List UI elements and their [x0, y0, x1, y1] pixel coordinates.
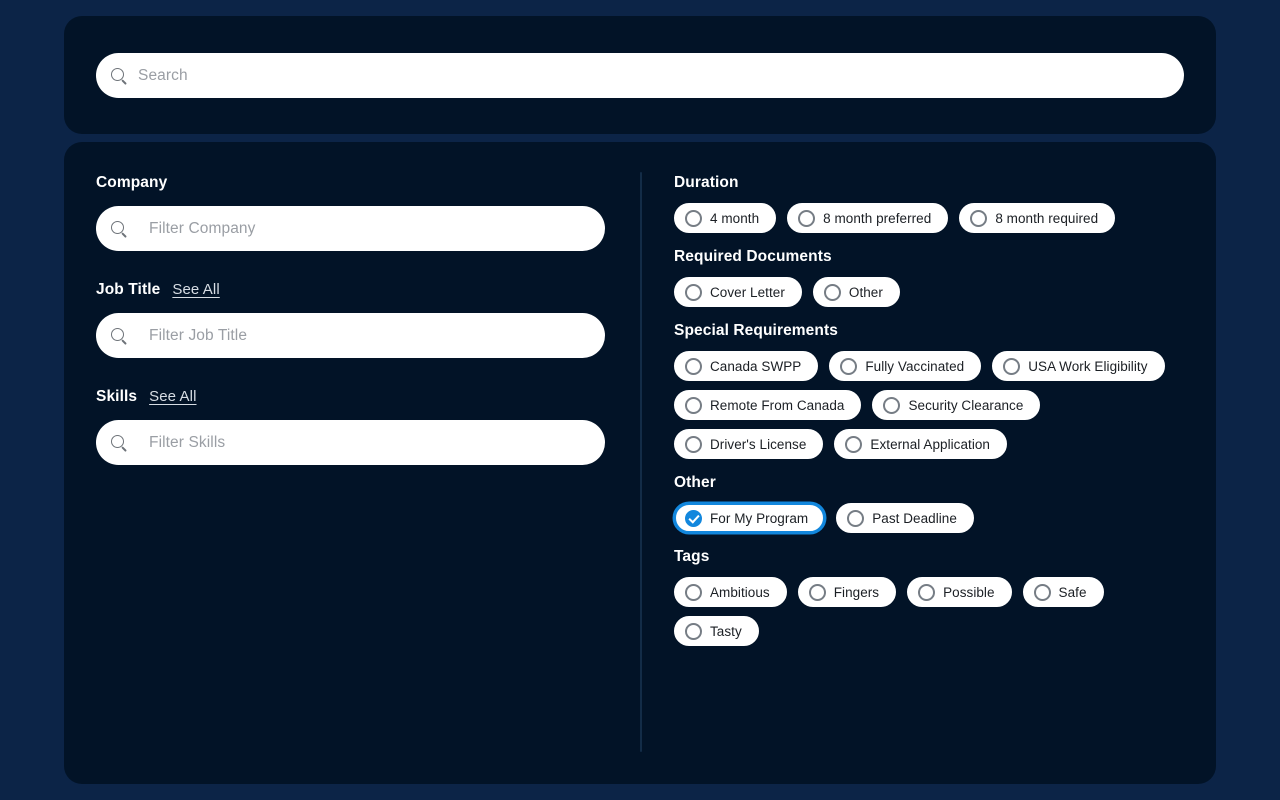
filter-chip-label: Safe	[1058, 584, 1087, 600]
search-input-placeholder: Search	[138, 66, 188, 84]
filter-group-title: Duration	[674, 174, 739, 191]
filter-group: Special Requirements Canada SWPP Fully Vac…	[674, 322, 1184, 459]
filter-chip[interactable]: Fully Vaccinated	[829, 351, 982, 381]
search-input[interactable]: Search	[96, 53, 1184, 98]
radio-circle-icon	[845, 435, 863, 453]
radio-circle-icon	[798, 209, 816, 227]
filter-chip[interactable]: Driver's License	[674, 429, 824, 459]
filter-chip[interactable]: For My Program	[674, 503, 826, 533]
filter-group-title: Other	[674, 474, 716, 491]
filter-chip-label: USA Work Eligibility	[1028, 358, 1148, 374]
filter-chip[interactable]: Ambitious	[674, 577, 787, 607]
filters-panel: Company Filter Company Job Title See All…	[64, 142, 1216, 784]
radio-circle-icon	[685, 435, 702, 453]
filter-chip-label: Security Clearance	[908, 397, 1024, 413]
search-icon	[110, 220, 128, 238]
filter-group-title: Tags	[674, 548, 710, 565]
company-filter-placeholder: Filter Company	[149, 219, 256, 237]
company-filter-input[interactable]: Filter Company	[96, 206, 605, 251]
filter-group: Tags Ambitious Fingers Possible Safe Tasty	[674, 548, 1184, 646]
filter-chip-label: For My Program	[710, 510, 809, 526]
radio-circle-icon	[685, 583, 702, 601]
radio-circle-icon	[847, 509, 865, 527]
job-title-label-text: Job Title	[96, 281, 161, 298]
column-divider	[640, 172, 642, 752]
filter-chip-label: Remote From Canada	[710, 397, 845, 413]
filter-chip[interactable]: Past Deadline	[836, 503, 974, 533]
filter-chip-label: 4 month	[710, 210, 760, 226]
radio-circle-icon	[685, 357, 702, 375]
radio-circle-icon	[1003, 357, 1021, 375]
radio-circle-icon	[823, 283, 841, 301]
filter-group: Required Documents Cover Letter Other	[674, 248, 1184, 307]
filter-chip-list: For My Program Past Deadline	[674, 503, 1184, 533]
filter-chip-label: External Application	[870, 436, 990, 452]
filter-chip-label: Driver's License	[710, 436, 807, 452]
filter-chip-label: 8 month required	[995, 210, 1099, 226]
radio-circle-icon	[840, 357, 858, 375]
job-title-filter-input[interactable]: Filter Job Title	[96, 313, 605, 358]
check-circle-icon	[685, 509, 702, 527]
filter-chip[interactable]: Other	[812, 277, 900, 307]
filter-chip-label: Fully Vaccinated	[865, 358, 965, 374]
filter-chip-label: Possible	[943, 584, 995, 600]
filter-group-title: Special Requirements	[674, 322, 838, 339]
filter-chip[interactable]: Safe	[1022, 577, 1104, 607]
filter-group-title: Required Documents	[674, 248, 832, 265]
filter-group: Duration 4 month 8 month preferred 8 month …	[674, 174, 1184, 233]
radio-circle-icon	[685, 209, 702, 227]
filter-chip[interactable]: Cover Letter	[674, 277, 802, 307]
filter-chip-label: Tasty	[710, 623, 742, 639]
filter-group: Other For My Program Past Deadline	[674, 474, 1184, 533]
filter-chip-label: Cover Letter	[710, 284, 785, 300]
filter-chip-list: Canada SWPP Fully Vaccinated USA Work Elig…	[674, 351, 1184, 459]
filter-chip[interactable]: 8 month required	[959, 203, 1116, 233]
filter-chip-label: Ambitious	[710, 584, 770, 600]
job-title-see-all-link[interactable]: See All	[172, 281, 219, 298]
skills-label-text: Skills	[96, 388, 138, 405]
job-title-label: Job Title See All	[96, 281, 608, 299]
search-panel: Search	[64, 16, 1216, 134]
radio-circle-icon	[883, 396, 901, 414]
radio-circle-icon	[918, 583, 936, 601]
filter-chip-list: 4 month 8 month preferred 8 month required	[674, 203, 1184, 233]
radio-circle-icon	[808, 583, 826, 601]
radio-circle-icon	[685, 283, 702, 301]
search-icon	[110, 67, 128, 85]
skills-see-all-link[interactable]: See All	[149, 388, 196, 405]
skills-filter-placeholder: Filter Skills	[149, 433, 226, 451]
filter-chip[interactable]: Fingers	[797, 577, 897, 607]
filter-chip-list: Ambitious Fingers Possible Safe Tasty	[674, 577, 1184, 646]
search-icon	[110, 327, 128, 345]
filter-chip[interactable]: Remote From Canada	[674, 390, 862, 420]
filter-page: Search Company Filter Company Job Title …	[0, 0, 1280, 800]
radio-circle-icon	[1033, 583, 1051, 601]
filter-chip[interactable]: Possible	[907, 577, 1012, 607]
filter-chip-list: Cover Letter Other	[674, 277, 1184, 307]
filter-chip[interactable]: Security Clearance	[872, 390, 1041, 420]
skills-filter-input[interactable]: Filter Skills	[96, 420, 605, 465]
radio-circle-icon	[685, 622, 702, 640]
radio-circle-icon	[685, 396, 702, 414]
company-label: Company	[96, 174, 608, 192]
filter-chip[interactable]: Canada SWPP	[674, 351, 819, 381]
filter-chip-label: Fingers	[833, 584, 880, 600]
company-label-text: Company	[96, 174, 168, 191]
right-filters-column: Duration 4 month 8 month preferred 8 month …	[674, 174, 1184, 661]
filter-chip-label: Other	[848, 284, 883, 300]
filter-chip[interactable]: USA Work Eligibility	[992, 351, 1165, 381]
filter-chip[interactable]: Tasty	[674, 616, 759, 646]
filter-chip[interactable]: External Application	[834, 429, 1007, 459]
filter-chip[interactable]: 4 month	[674, 203, 777, 233]
left-filters-column: Company Filter Company Job Title See All…	[96, 174, 608, 495]
filter-chip-label: 8 month preferred	[823, 210, 932, 226]
search-icon	[110, 434, 128, 452]
filter-chip-label: Canada SWPP	[710, 358, 802, 374]
filter-chip-label: Past Deadline	[872, 510, 957, 526]
radio-circle-icon	[970, 209, 988, 227]
skills-label: Skills See All	[96, 388, 608, 406]
job-title-filter-placeholder: Filter Job Title	[149, 326, 248, 344]
filter-chip[interactable]: 8 month preferred	[787, 203, 949, 233]
